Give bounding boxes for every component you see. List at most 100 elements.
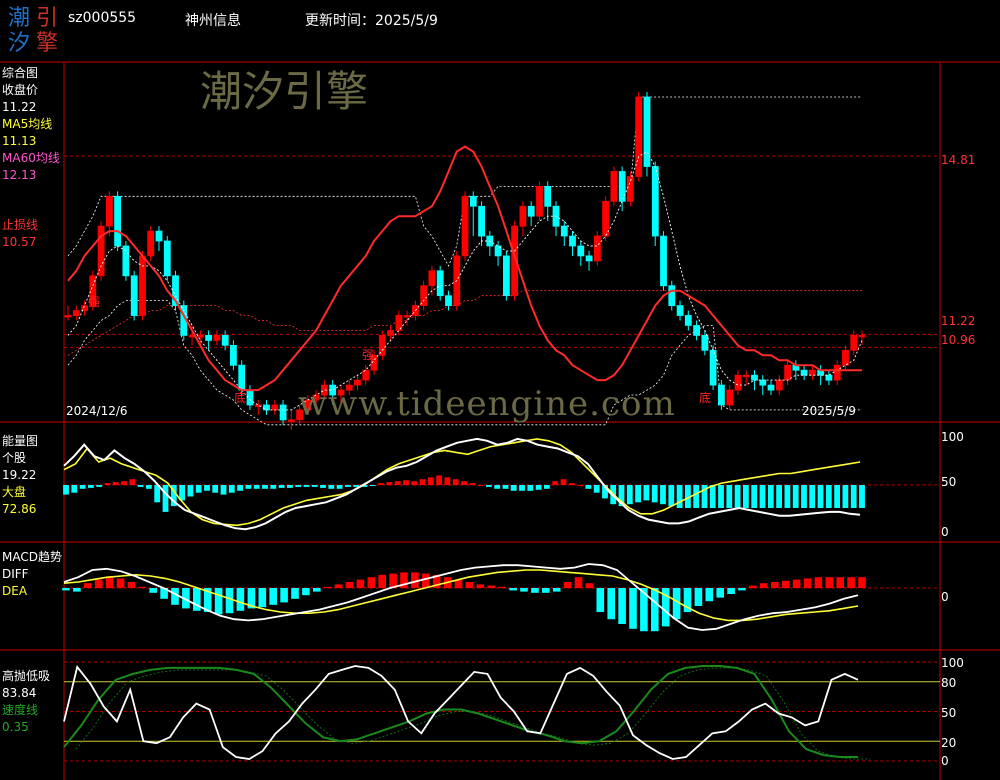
candle-body [709, 349, 717, 386]
macd-bar [749, 585, 757, 588]
energy-bar [220, 485, 227, 495]
energy-bar [96, 485, 103, 487]
close-label: 收盘价 [2, 83, 39, 97]
candle-body [610, 171, 618, 202]
macd-bar [367, 577, 376, 588]
energy-bar [320, 485, 326, 488]
macd-bar [291, 588, 299, 599]
candle-body [751, 374, 758, 381]
energy-bar [709, 485, 716, 508]
energy-bar [137, 485, 144, 487]
candle-body [221, 334, 229, 346]
energy-bar [859, 485, 865, 508]
energy-bar [79, 485, 86, 489]
macd-bar [552, 588, 561, 592]
ma5-label: MA5均线 [2, 117, 53, 131]
macd-bar [127, 582, 136, 588]
candle-body [560, 225, 568, 237]
candle-body [205, 334, 213, 341]
energy-bar [486, 485, 492, 487]
macd-bar [345, 582, 354, 588]
swing-line [63, 664, 859, 760]
candle-body [279, 404, 287, 421]
macd-bar [574, 577, 583, 588]
macd-bar [738, 588, 746, 591]
energy-bar [253, 485, 260, 489]
candle-body [64, 315, 72, 318]
candle-body [420, 285, 428, 307]
candle-body [726, 389, 734, 406]
chart-screen: { "header": { "logo_chars": ["潮", "引", "… [0, 0, 1000, 780]
macd-bar [313, 588, 321, 592]
macd-bar [171, 588, 179, 605]
candle-body [850, 334, 858, 351]
macd-bar [629, 588, 637, 629]
panel2-title: 能量图 [2, 434, 39, 448]
macd-bar [542, 588, 550, 593]
candle-body [478, 205, 486, 237]
strong-annotation: 强 [88, 295, 101, 309]
candle-body [139, 255, 146, 316]
energy-bar [378, 483, 384, 485]
energy-bar [461, 481, 467, 485]
candle-body [825, 374, 833, 381]
energy-bar [502, 485, 509, 489]
bottom-annotation: 底 [234, 391, 247, 405]
energy-bar [577, 485, 583, 486]
macd-bar [225, 588, 234, 614]
energy-bar [668, 485, 675, 507]
candle-body [594, 235, 601, 262]
energy-bar [303, 485, 310, 487]
candle-body [130, 275, 138, 316]
candle-body [800, 369, 808, 376]
macd-bar [214, 588, 223, 615]
energy-bar [809, 485, 816, 508]
energy-bar [817, 485, 824, 508]
energy-bar [270, 485, 277, 489]
macd-bar [73, 588, 81, 592]
price-tick: 10.96 [941, 333, 976, 347]
candle-body [502, 255, 510, 296]
macd-bar [596, 588, 605, 612]
energy-bar [560, 479, 567, 485]
energy-bar [311, 485, 318, 487]
energy-bar [295, 485, 302, 487]
macd-bar [149, 588, 157, 593]
energy-bar [336, 485, 343, 489]
candle-body [238, 364, 246, 391]
candle-body [387, 330, 395, 336]
candle-body [461, 195, 469, 257]
candle-body [701, 334, 709, 351]
macd-bar [476, 584, 485, 588]
macd-bar [62, 588, 70, 591]
energy-bar [527, 485, 534, 491]
energy-bar [801, 485, 807, 508]
macd-bar [792, 579, 801, 588]
energy-bar [676, 485, 683, 508]
energy-bar [411, 481, 418, 485]
macd-bar [563, 582, 572, 588]
energy-bar [237, 485, 243, 491]
energy-bar [63, 485, 69, 495]
macd-bar [269, 588, 277, 605]
candle-body [775, 379, 783, 391]
swing-tick: 20 [941, 736, 957, 750]
swing-tick: 0 [941, 754, 949, 768]
macd-bar [520, 588, 528, 592]
ma60-label: MA60均线 [2, 151, 60, 165]
candle-body [684, 315, 692, 326]
candle-body [97, 225, 105, 277]
macd-bar [607, 588, 615, 620]
macd-bar [323, 586, 332, 588]
energy-bar [743, 485, 749, 508]
candle-body [858, 334, 866, 338]
candle-body [213, 334, 221, 341]
candle-body [602, 200, 609, 237]
macd-bar [727, 588, 735, 594]
energy-bar [660, 485, 666, 505]
energy-bar [585, 485, 592, 489]
energy-tick: 50 [941, 475, 957, 489]
macd-bar [771, 582, 779, 588]
macd-bar [422, 573, 430, 588]
energy-bar [444, 477, 451, 485]
